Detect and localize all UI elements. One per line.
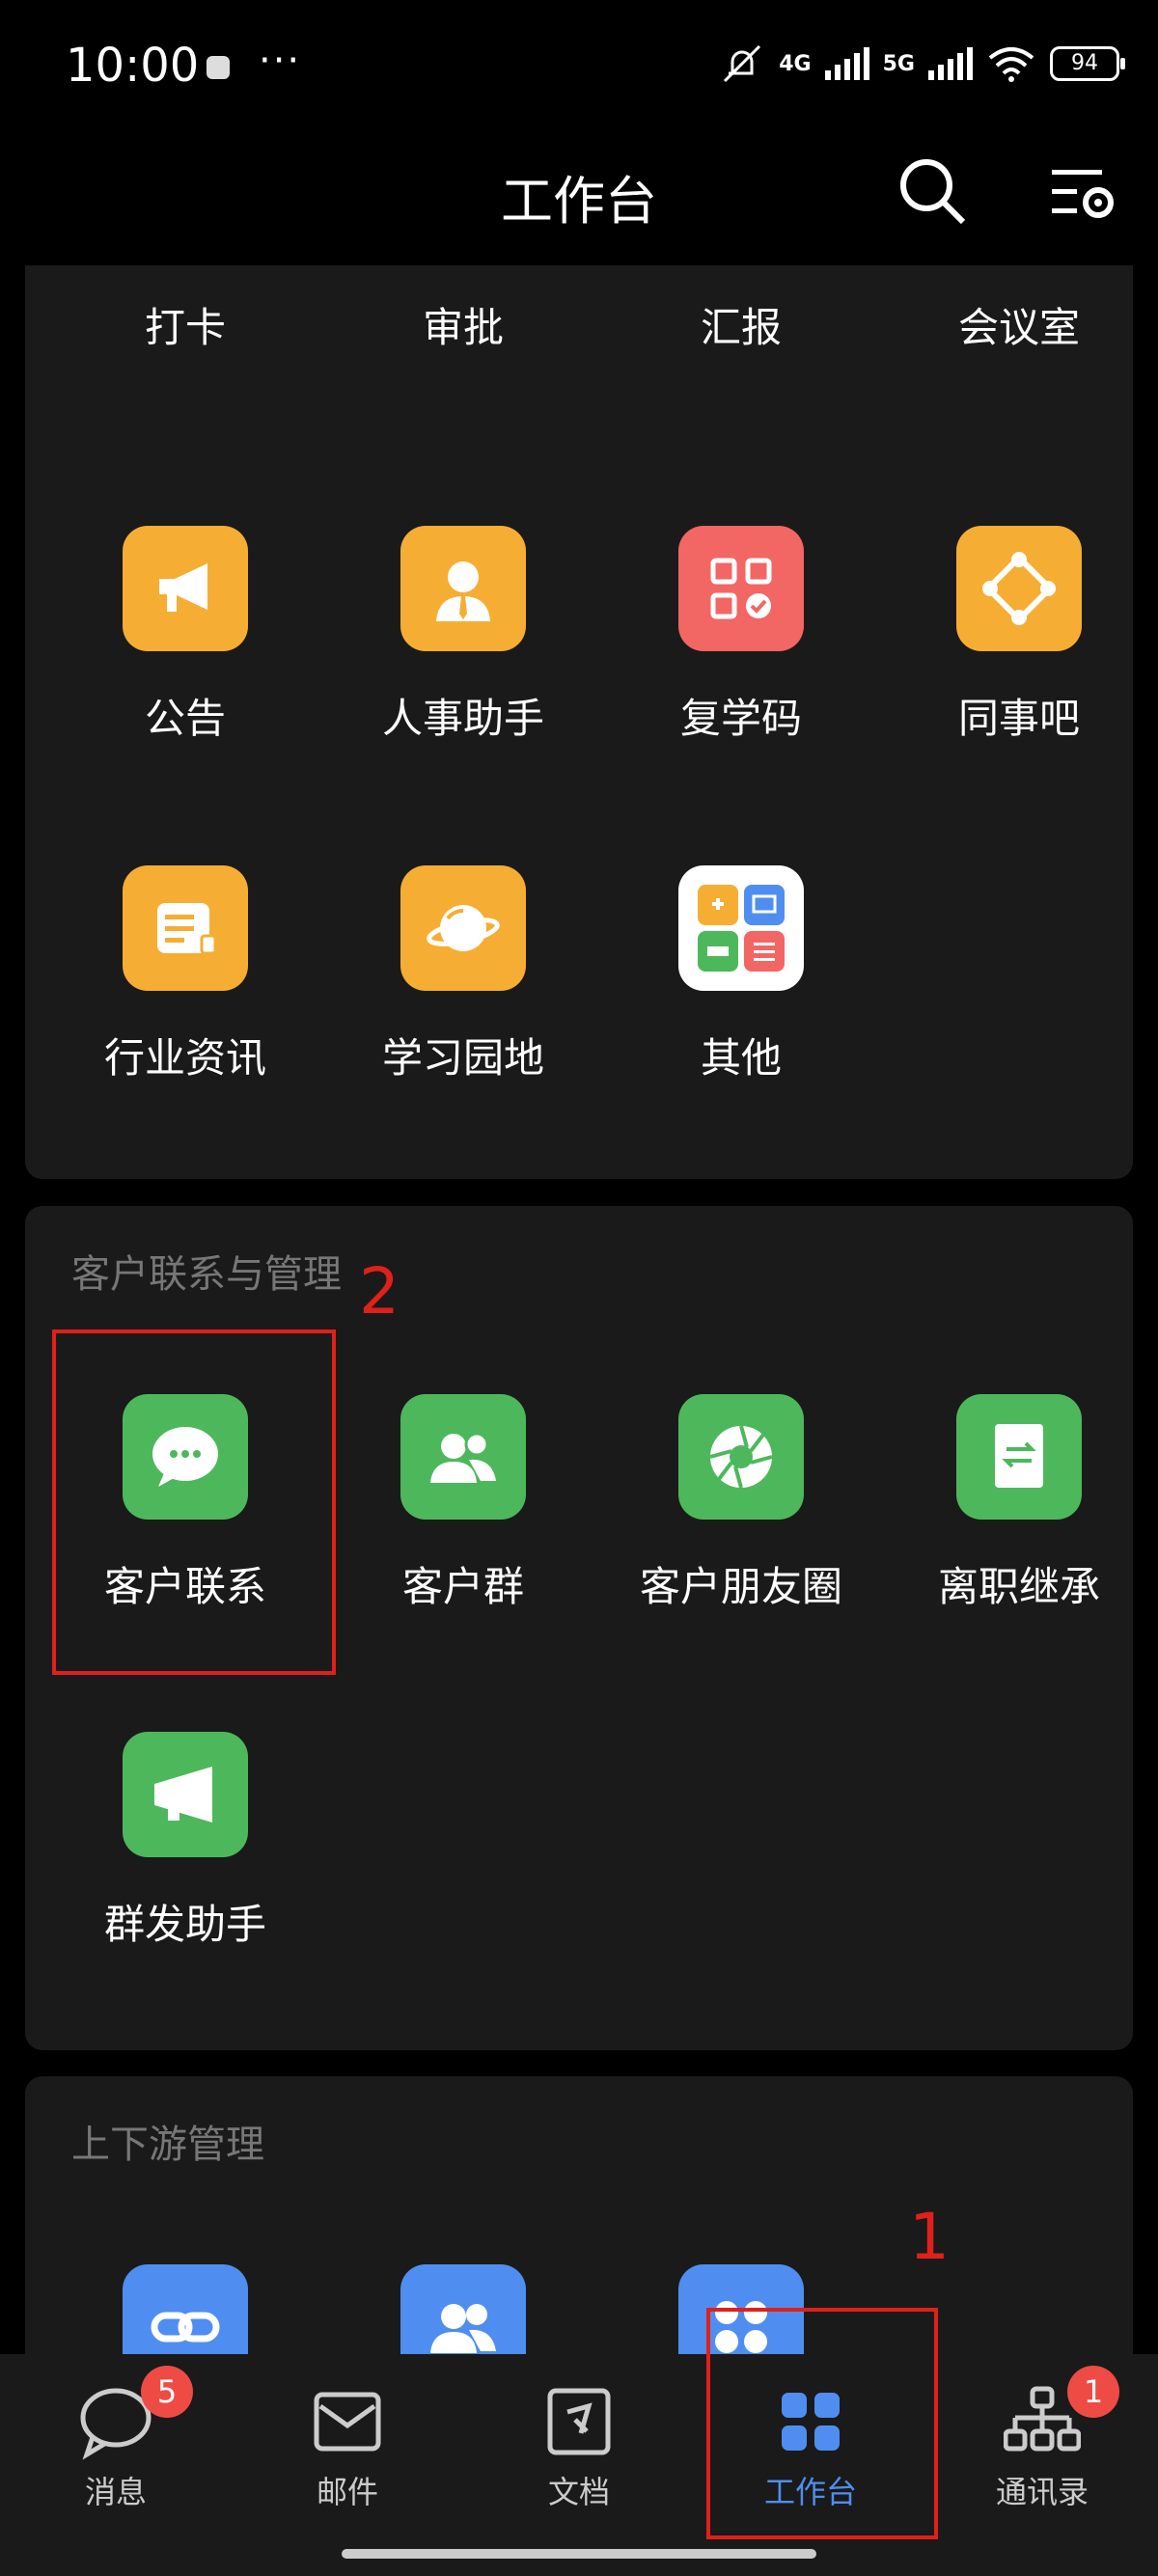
app-label: 群发助手 <box>103 1901 266 1948</box>
org-chart-icon: 1 <box>1003 2366 1119 2460</box>
home-indicator[interactable] <box>342 2549 816 2559</box>
battery-icon: 94 <box>1050 46 1125 81</box>
planet-icon <box>400 865 526 991</box>
app-tile-learning-garden[interactable]: 学习园地 <box>324 865 602 1084</box>
hr-person-icon <box>400 526 526 651</box>
section-title: 客户联系与管理 <box>71 1252 342 1297</box>
app-tile-resume-code[interactable]: 复学码 <box>602 526 880 745</box>
mail-icon <box>309 2383 386 2460</box>
settings-button[interactable] <box>1050 162 1116 226</box>
unread-badge: 5 <box>141 2366 193 2418</box>
app-label: 客户群 <box>401 1563 524 1610</box>
app-label: 客户朋友圈 <box>639 1563 842 1610</box>
more-notifications-icon: ··· <box>259 39 302 83</box>
status-time: 10:00 <box>66 39 200 93</box>
tab-label: 通讯录 <box>995 2474 1089 2510</box>
bottom-tab-bar: 5 消息 邮件 文档 工作台 1 通讯录 <box>0 2354 1158 2576</box>
app-tile-resignation-inherit[interactable]: 离职继承 <box>880 1394 1158 1613</box>
tab-contacts[interactable]: 1 通讯录 <box>926 2366 1158 2512</box>
signal-4g-icon <box>824 47 869 80</box>
tab-docs[interactable]: 文档 <box>463 2383 695 2512</box>
annotation-number-1: 1 <box>909 2200 950 2274</box>
megaphone-icon <box>123 526 248 651</box>
list-settings-icon <box>1052 170 1114 218</box>
annotation-box-2 <box>52 1329 336 1675</box>
notification-app-icon <box>207 56 230 79</box>
news-icon <box>123 865 248 991</box>
broadcast-icon <box>123 1732 248 1857</box>
document-icon <box>540 2383 618 2460</box>
annotation-number-2: 2 <box>359 1254 400 1329</box>
status-indicators: 4G 5G 94 <box>719 42 1125 85</box>
app-label: 学习园地 <box>381 1034 544 1082</box>
mute-bell-icon <box>724 44 761 83</box>
status-bar: 10:00 ··· 4G 5G 94 <box>0 0 1158 135</box>
app-tile-other[interactable]: 其他 <box>602 865 880 1084</box>
app-tile-announcement[interactable]: 公告 <box>46 526 324 745</box>
moments-shutter-icon <box>678 1394 804 1520</box>
unread-badge: 1 <box>1067 2366 1119 2418</box>
app-tile-hr-assistant[interactable]: 人事助手 <box>324 526 602 745</box>
app-label: 会议室 <box>957 304 1080 351</box>
app-label: 行业资讯 <box>103 1034 266 1082</box>
network-4g-label: 4G <box>779 51 812 76</box>
search-button[interactable] <box>897 156 967 226</box>
customer-group-icon <box>400 1394 526 1520</box>
section-title: 上下游管理 <box>71 2123 264 2167</box>
app-label: 离职继承 <box>937 1563 1100 1610</box>
top-header: 工作台 <box>0 135 1158 265</box>
colleague-network-icon <box>956 526 1082 651</box>
app-label: 公告 <box>144 695 226 742</box>
annotation-box-1 <box>706 2308 938 2539</box>
tab-messages[interactable]: 5 消息 <box>0 2366 232 2512</box>
network-5g-label: 5G <box>882 51 915 76</box>
tab-label: 邮件 <box>316 2474 378 2510</box>
tab-label: 文档 <box>547 2474 610 2510</box>
app-label: 复学码 <box>679 695 802 742</box>
app-tile-customer-moments[interactable]: 客户朋友圈 <box>602 1394 880 1613</box>
search-icon <box>900 159 966 225</box>
wifi-icon <box>988 47 1034 82</box>
app-tile-customer-group[interactable]: 客户群 <box>324 1394 602 1613</box>
qr-code-icon <box>678 526 804 651</box>
app-label: 人事助手 <box>381 695 544 742</box>
app-tile-colleague-bar[interactable]: 同事吧 <box>880 526 1158 745</box>
transfer-doc-icon <box>956 1394 1082 1520</box>
workbench-apps-card: 打卡 审批 汇报 会议室 公告 人事助手 复学码 同事吧 行业资讯 学习园地 其… <box>25 203 1133 1179</box>
tab-mail[interactable]: 邮件 <box>232 2383 463 2512</box>
app-label: 汇报 <box>700 304 782 351</box>
app-tile-broadcast-assistant[interactable]: 群发助手 <box>46 1732 324 1951</box>
chat-bubble-outline-icon: 5 <box>77 2366 193 2460</box>
page-title: 工作台 <box>501 171 657 232</box>
other-apps-icon <box>678 865 804 991</box>
app-tile-industry-news[interactable]: 行业资讯 <box>46 865 324 1084</box>
app-label: 审批 <box>422 304 504 351</box>
app-label: 其他 <box>700 1034 782 1082</box>
app-label: 打卡 <box>144 304 226 351</box>
signal-5g-icon <box>928 47 973 80</box>
app-label: 同事吧 <box>957 695 1080 742</box>
tab-label: 消息 <box>84 2474 147 2510</box>
